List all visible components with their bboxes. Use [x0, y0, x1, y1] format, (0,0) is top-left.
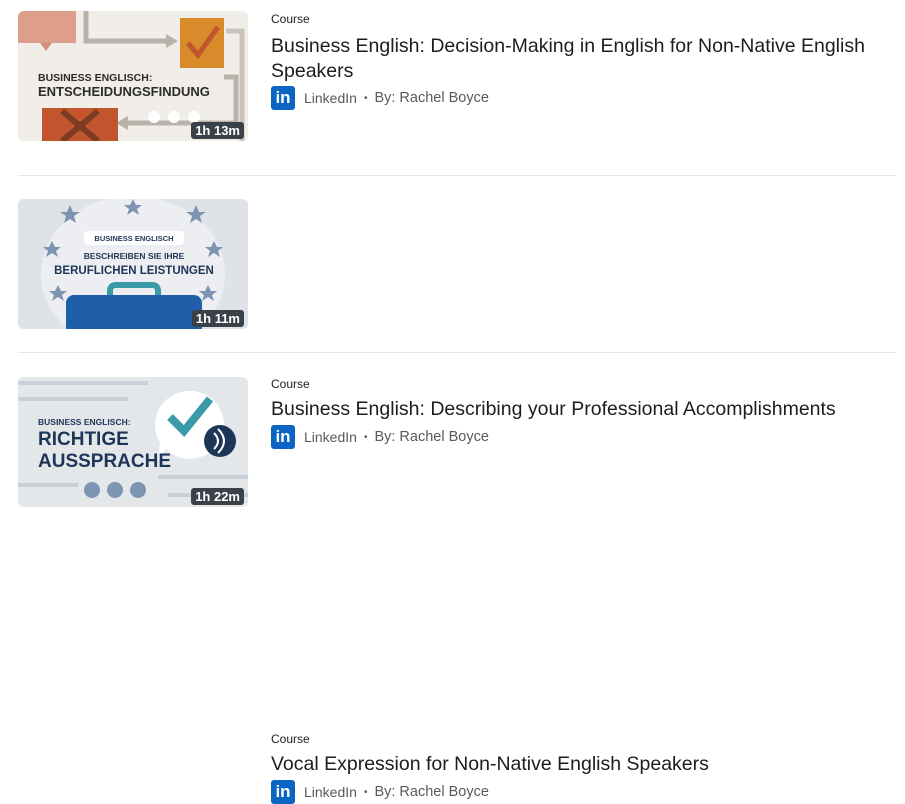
linkedin-logo-icon: in — [271, 86, 295, 110]
thumb-text-line1: BUSINESS ENGLISCH — [94, 234, 173, 243]
course-meta: in LinkedIn • By: Rachel Boyce — [271, 86, 489, 110]
course-meta: in LinkedIn • By: Rachel Boyce — [271, 780, 489, 804]
duration-badge: 1h 13m — [191, 122, 244, 139]
meta-separator: • — [363, 786, 368, 798]
author-label: By: Rachel Boyce — [374, 90, 489, 106]
course-thumbnail[interactable]: BUSINESS ENGLISCH: ENTSCHEIDUNGSFINDUNG … — [18, 11, 248, 141]
thumb-text-line2: RICHTIGE — [38, 429, 129, 450]
author-label: By: Rachel Boyce — [374, 784, 489, 800]
course-title-link[interactable]: Business English: Decision-Making in Eng… — [271, 34, 901, 84]
course-thumbnail[interactable]: BUSINESS ENGLISCH: RICHTIGE AUSSPRACHE 1… — [18, 377, 248, 507]
linkedin-logo-icon: in — [271, 780, 295, 804]
list-item: BUSINESS ENGLISCH BESCHREIBEN SIE IHRE B… — [0, 176, 905, 449]
meta-separator: • — [363, 92, 368, 104]
duration-badge: 1h 11m — [191, 310, 244, 327]
thumb-text-line3: BERUFLICHEN LEISTUNGEN — [54, 265, 214, 277]
thumb-text-line1: BUSINESS ENGLISCH: — [38, 417, 131, 427]
thumb-text-line2: ENTSCHEIDUNGSFINDUNG — [38, 84, 210, 99]
course-title-link[interactable]: Vocal Expression for Non-Native English … — [271, 752, 901, 777]
content-type-label: Course — [271, 732, 310, 746]
list-item: BUSINESS ENGLISCH: RICHTIGE AUSSPRACHE 1… — [0, 353, 905, 804]
duration-badge: 1h 22m — [191, 488, 244, 505]
list-item: BUSINESS ENGLISCH: ENTSCHEIDUNGSFINDUNG … — [0, 0, 905, 175]
thumb-text-line3: AUSSPRACHE — [38, 451, 171, 472]
thumb-text-line2: BESCHREIBEN SIE IHRE — [84, 251, 185, 261]
provider-label: LinkedIn — [304, 90, 357, 106]
content-type-label: Course — [271, 12, 310, 26]
course-list: BUSINESS ENGLISCH: ENTSCHEIDUNGSFINDUNG … — [0, 0, 905, 804]
course-thumbnail[interactable]: BUSINESS ENGLISCH BESCHREIBEN SIE IHRE B… — [18, 199, 248, 329]
provider-label: LinkedIn — [304, 784, 357, 800]
thumb-text-line1: BUSINESS ENGLISCH: — [38, 72, 152, 84]
